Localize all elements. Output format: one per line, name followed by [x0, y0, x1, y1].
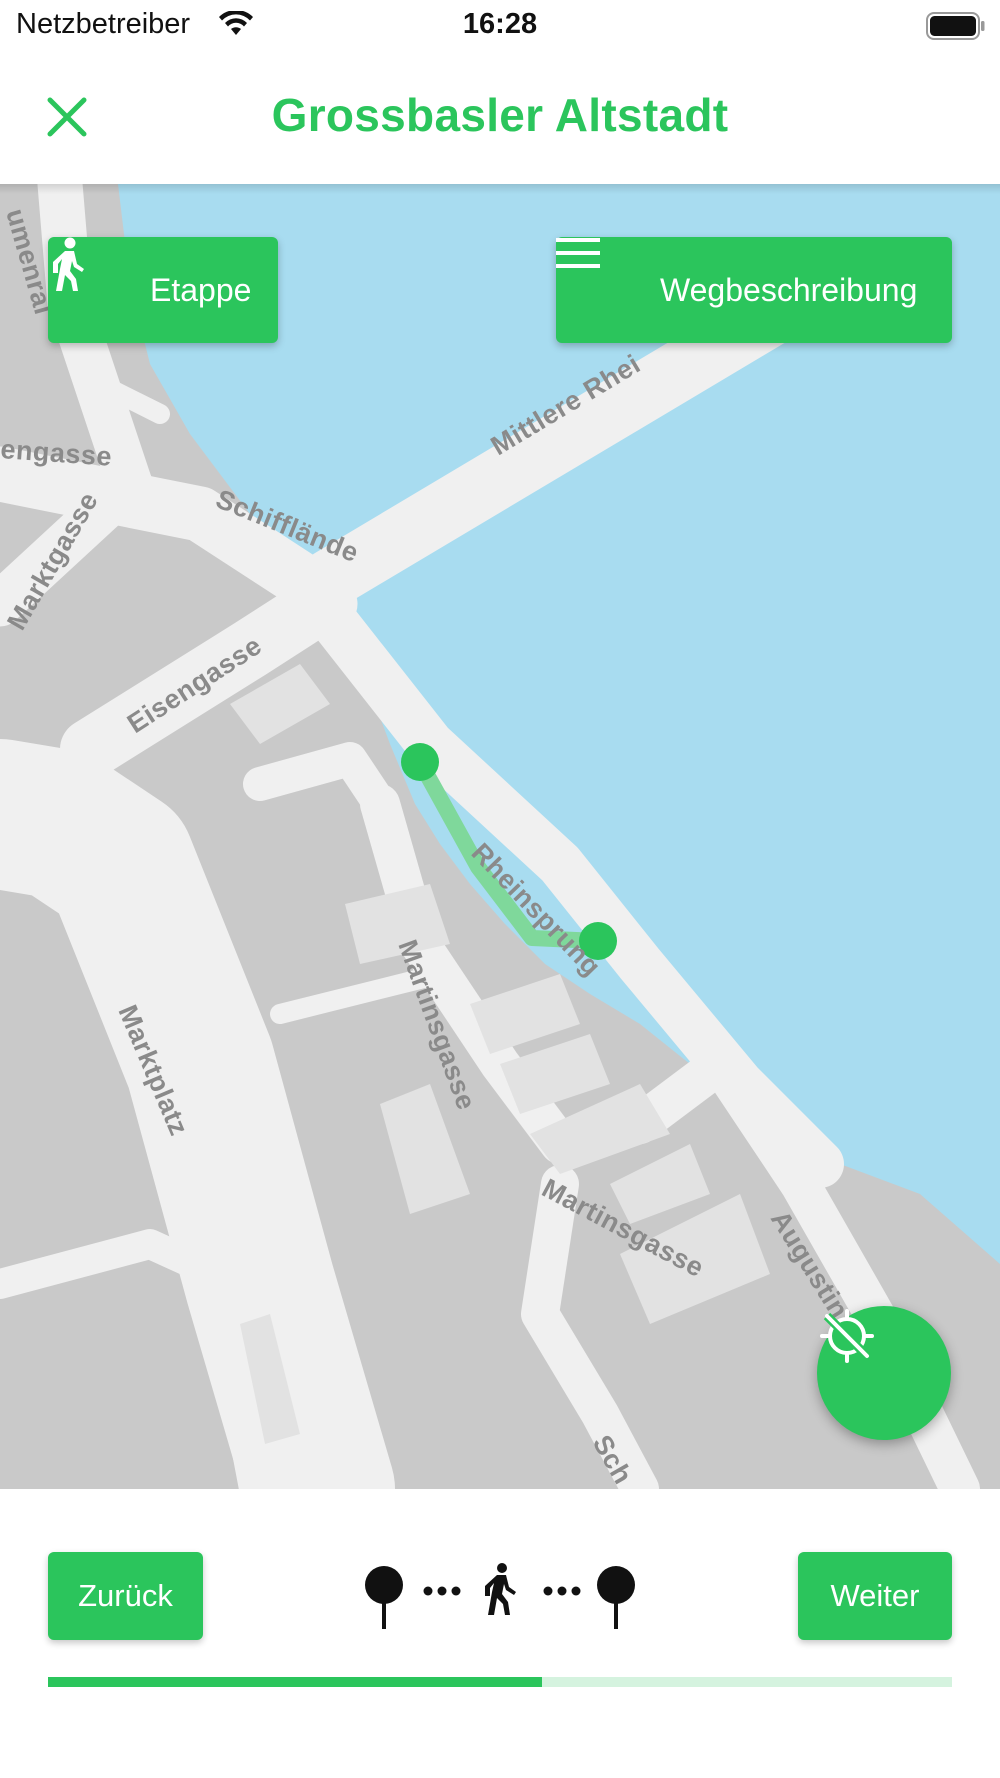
etappe-button[interactable]: Etappe [48, 237, 278, 343]
status-bar: Netzbetreiber 16:28 [0, 0, 1000, 52]
progress-bar-fill [48, 1677, 542, 1687]
back-button[interactable]: Zurück [48, 1552, 203, 1640]
directions-button-label: Wegbeschreibung [660, 271, 918, 308]
stage-indicator [355, 1559, 645, 1639]
status-time: 16:28 [462, 8, 538, 40]
app-root: Netzbetreiber 16:28 Grossbasler Altstadt [0, 0, 1000, 1778]
start-pin-icon [365, 1566, 403, 1629]
walking-person-icon [485, 1563, 516, 1615]
progress-bar [48, 1677, 952, 1687]
directions-button[interactable]: Wegbeschreibung [556, 237, 952, 343]
map-view[interactable]: Mittlere Rhei Schifflände Eisengasse Mar… [0, 184, 1000, 1489]
bottom-bar: Zurück Weiter [0, 1489, 1000, 1778]
map-canvas: Mittlere Rhei Schifflände Eisengasse Mar… [0, 184, 1000, 1489]
battery-icon [926, 12, 986, 45]
dots-icon [543, 1586, 581, 1596]
route-start-marker [401, 743, 439, 781]
end-pin-icon [597, 1566, 635, 1629]
next-button[interactable]: Weiter [798, 1552, 952, 1640]
dots-icon [423, 1586, 461, 1596]
etappe-button-label: Etappe [150, 271, 252, 308]
location-button[interactable] [817, 1306, 951, 1440]
location-off-icon [820, 1309, 874, 1363]
page-title: Grossbasler Altstadt [271, 89, 729, 141]
header: Grossbasler Altstadt [0, 52, 1000, 184]
